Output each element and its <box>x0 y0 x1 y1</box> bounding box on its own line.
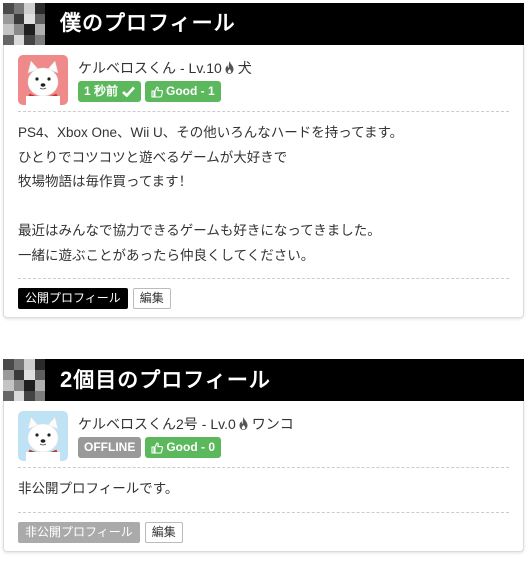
mosaic-icon <box>3 359 45 401</box>
profile-section-1: 僕のプロフィール ケルベロスくん - Lv.10 犬 1 秒前 Good - 1… <box>3 3 524 318</box>
profile-header: 僕のプロフィール <box>3 3 524 45</box>
profile-bio: PS4、Xbox One、Wii U、その他いろんなハードを持ってます。 ひとり… <box>18 112 509 278</box>
user-level: - Lv.0 <box>201 415 236 432</box>
flame-icon <box>239 417 248 430</box>
status-text: 1 秒前 <box>84 84 119 98</box>
flame-icon <box>225 61 234 74</box>
bio-line: 非公開プロフィールです。 <box>18 481 179 496</box>
profile-card: ケルベロスくん2号 - Lv.0 ワンコ OFFLINE Good - 0 非公… <box>3 401 524 552</box>
status-badge: 1 秒前 <box>78 81 142 102</box>
profile-section-2: 2個目のプロフィール ケルベロスくん2号 - Lv.0 ワンコ OFFLINE … <box>3 359 524 552</box>
edit-button[interactable]: 編集 <box>132 288 171 309</box>
profile-card: ケルベロスくん - Lv.10 犬 1 秒前 Good - 1 PS4、Xbox… <box>3 45 524 318</box>
bio-line <box>18 195 509 220</box>
mosaic-icon <box>3 3 45 45</box>
profile-title: 僕のプロフィール <box>60 12 236 35</box>
user-name[interactable]: ケルベロスくん2号 <box>78 414 198 434</box>
bio-line: ひとりでコツコツと遊べるゲームが大好きで <box>18 149 288 165</box>
profile-title: 2個目のプロフィール <box>60 359 271 401</box>
profile-bio: 非公開プロフィールです。 <box>18 468 509 512</box>
user-name[interactable]: ケルベロスくん <box>78 58 176 78</box>
user-level: - Lv.10 <box>180 59 222 76</box>
user-tag: ワンコ <box>251 415 294 432</box>
good-button[interactable]: Good - 0 <box>145 437 221 458</box>
profile-title-number: 2 <box>60 367 74 392</box>
public-profile-button[interactable]: 公開プロフィール <box>18 288 128 309</box>
user-row: ケルベロスくん2号 - Lv.0 ワンコ OFFLINE Good - 0 <box>18 411 509 467</box>
edit-button[interactable]: 編集 <box>144 521 183 543</box>
check-icon <box>122 86 135 97</box>
profile-header: 2個目のプロフィール <box>3 359 524 401</box>
profile-title-text: 個目のプロフィール <box>73 369 271 392</box>
good-count: Good - 0 <box>166 440 215 454</box>
user-row: ケルベロスくん - Lv.10 犬 1 秒前 Good - 1 <box>18 55 509 111</box>
thumbs-up-icon <box>151 441 164 454</box>
private-profile-button[interactable]: 非公開プロフィール <box>18 521 140 543</box>
status-badge: OFFLINE <box>78 437 142 458</box>
user-tag: 犬 <box>237 59 252 76</box>
good-button[interactable]: Good - 1 <box>145 81 221 102</box>
bio-line: PS4、Xbox One、Wii U、その他いろんなハードを持ってます。 <box>18 125 404 140</box>
avatar[interactable] <box>18 55 68 105</box>
bio-line: 一緒に遊ぶことがあったら仲良くしてください。 <box>18 247 315 263</box>
good-count: Good - 1 <box>166 84 215 98</box>
status-text: OFFLINE <box>84 440 136 454</box>
bio-line: 最近はみんなで協力できるゲームも好きになってきました。 <box>18 223 381 238</box>
thumbs-up-icon <box>151 85 164 98</box>
avatar[interactable] <box>18 411 68 461</box>
bio-line: 牧場物語は毎作買ってます！ <box>18 174 193 189</box>
